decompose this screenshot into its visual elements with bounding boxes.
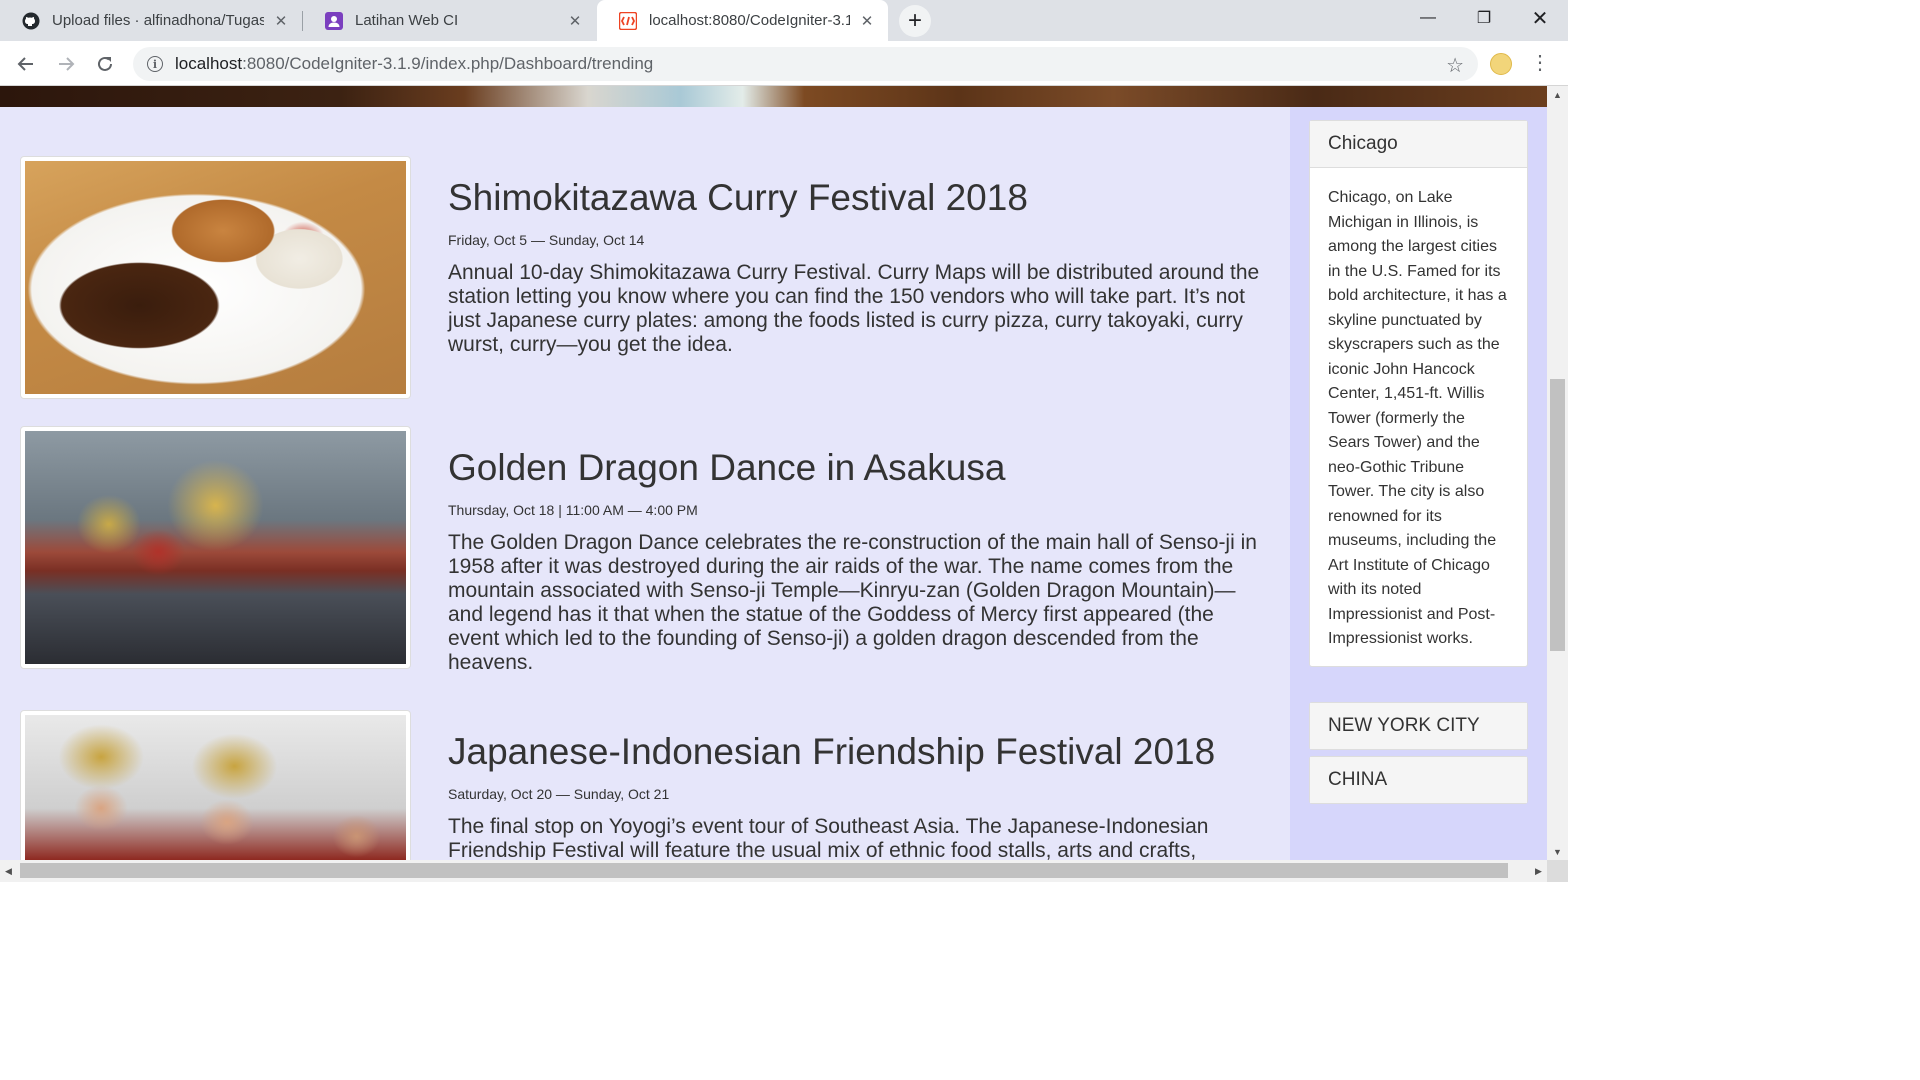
event-date: Thursday, Oct 18 | 11:00 AM — 4:00 PM xyxy=(448,502,698,518)
tab-strip: Upload files · alfinadhona/Tugas( ✕ Lati… xyxy=(0,0,1568,41)
event-date: Saturday, Oct 20 — Sunday, Oct 21 xyxy=(448,786,670,802)
city-panel-chicago: Chicago Chicago, on Lake Michigan in Ill… xyxy=(1309,120,1528,667)
event-date: Friday, Oct 5 — Sunday, Oct 14 xyxy=(448,232,645,248)
url-path: :8080/CodeIgniter-3.1.9/index.php/Dashbo… xyxy=(242,54,654,73)
reload-icon[interactable] xyxy=(89,48,121,80)
browser-menu-icon[interactable]: ⋮ xyxy=(1530,50,1550,76)
event-description: The Golden Dragon Dance celebrates the r… xyxy=(448,531,1257,674)
browser-toolbar: i localhost:8080/CodeIgniter-3.1.9/index… xyxy=(0,41,1568,86)
event-body: Golden Dragon Dance in Asakusa Thursday,… xyxy=(448,447,1270,675)
horizontal-scroll-thumb[interactable] xyxy=(20,863,1508,878)
site-info-icon[interactable]: i xyxy=(147,56,163,72)
scroll-down-arrow-icon[interactable]: ▼ xyxy=(1547,843,1568,860)
vertical-scrollbar[interactable]: ▲ ▼ xyxy=(1547,86,1568,860)
event-thumbnail xyxy=(20,426,411,669)
scroll-up-arrow-icon[interactable]: ▲ xyxy=(1547,86,1568,103)
event-title: Golden Dragon Dance in Asakusa xyxy=(448,447,1006,488)
event-body: Japanese-Indonesian Friendship Festival … xyxy=(448,731,1270,860)
user-badge-icon xyxy=(325,11,343,30)
panel-heading[interactable]: Chicago xyxy=(1310,121,1527,167)
address-bar[interactable]: i localhost:8080/CodeIgniter-3.1.9/index… xyxy=(133,47,1478,81)
event-item: Golden Dragon Dance in Asakusa Thursday,… xyxy=(20,426,1270,674)
panel-heading[interactable]: NEW YORK CITY xyxy=(1310,703,1527,749)
event-thumbnail xyxy=(20,156,411,399)
vertical-scroll-thumb[interactable] xyxy=(1550,379,1565,651)
event-description: Annual 10-day Shimokitazawa Curry Festiv… xyxy=(448,261,1260,356)
url-host: localhost xyxy=(175,54,243,73)
close-tab-icon[interactable]: ✕ xyxy=(858,12,876,30)
event-body: Shimokitazawa Curry Festival 2018 Friday… xyxy=(448,177,1270,357)
profile-avatar[interactable] xyxy=(1490,53,1512,75)
close-window-icon[interactable]: ✕ xyxy=(1512,0,1568,36)
tab-title: Upload files · alfinadhona/Tugas( xyxy=(52,12,264,29)
sidebar: Chicago Chicago, on Lake Michigan in Ill… xyxy=(1290,107,1547,860)
curry-photo xyxy=(25,161,406,394)
tab-latihan-web-ci[interactable]: Latihan Web CI ✕ xyxy=(303,0,596,41)
city-panel-new-york[interactable]: NEW YORK CITY xyxy=(1309,702,1528,750)
panel-heading[interactable]: CHINA xyxy=(1310,757,1527,803)
dragon-dance-photo xyxy=(25,431,406,664)
tab-localhost-active[interactable]: localhost:8080/CodeIgniter-3.1.9/ ✕ xyxy=(597,0,888,41)
minimize-icon[interactable]: — xyxy=(1400,0,1456,36)
bookmark-star-icon[interactable]: ☆ xyxy=(1446,53,1464,78)
codeigniter-icon xyxy=(619,11,637,30)
close-tab-icon[interactable]: ✕ xyxy=(272,12,290,30)
event-thumbnail xyxy=(20,710,411,860)
page-viewport: Shimokitazawa Curry Festival 2018 Friday… xyxy=(0,86,1547,860)
event-title: Japanese-Indonesian Friendship Festival … xyxy=(448,731,1216,772)
tab-title: Latihan Web CI xyxy=(355,12,459,29)
forward-icon[interactable] xyxy=(50,48,82,80)
event-item: Japanese-Indonesian Friendship Festival … xyxy=(20,710,1270,860)
github-icon xyxy=(22,12,40,30)
tab-github-upload[interactable]: Upload files · alfinadhona/Tugas( ✕ xyxy=(0,0,302,41)
scroll-left-arrow-icon[interactable]: ◀ xyxy=(0,860,17,882)
events-list: Shimokitazawa Curry Festival 2018 Friday… xyxy=(0,107,1290,860)
back-icon[interactable] xyxy=(10,48,42,80)
tab-title: localhost:8080/CodeIgniter-3.1.9/ xyxy=(649,12,850,29)
hero-banner-image xyxy=(0,86,1547,107)
restore-icon[interactable]: ❐ xyxy=(1456,0,1512,36)
event-description: The final stop on Yoyogi’s event tour of… xyxy=(448,815,1209,860)
indonesian-dancers-photo xyxy=(25,715,406,860)
event-title: Shimokitazawa Curry Festival 2018 xyxy=(448,177,1028,218)
close-tab-icon[interactable]: ✕ xyxy=(566,12,584,30)
event-item: Shimokitazawa Curry Festival 2018 Friday… xyxy=(20,156,1270,401)
scroll-right-arrow-icon[interactable]: ▶ xyxy=(1530,860,1547,882)
panel-body: Chicago, on Lake Michigan in Illinois, i… xyxy=(1310,167,1527,666)
new-tab-button[interactable]: + xyxy=(899,5,931,37)
scrollbar-corner xyxy=(1547,860,1568,882)
city-panel-china[interactable]: CHINA xyxy=(1309,756,1528,804)
horizontal-scrollbar[interactable]: ◀ ▶ xyxy=(0,860,1547,882)
